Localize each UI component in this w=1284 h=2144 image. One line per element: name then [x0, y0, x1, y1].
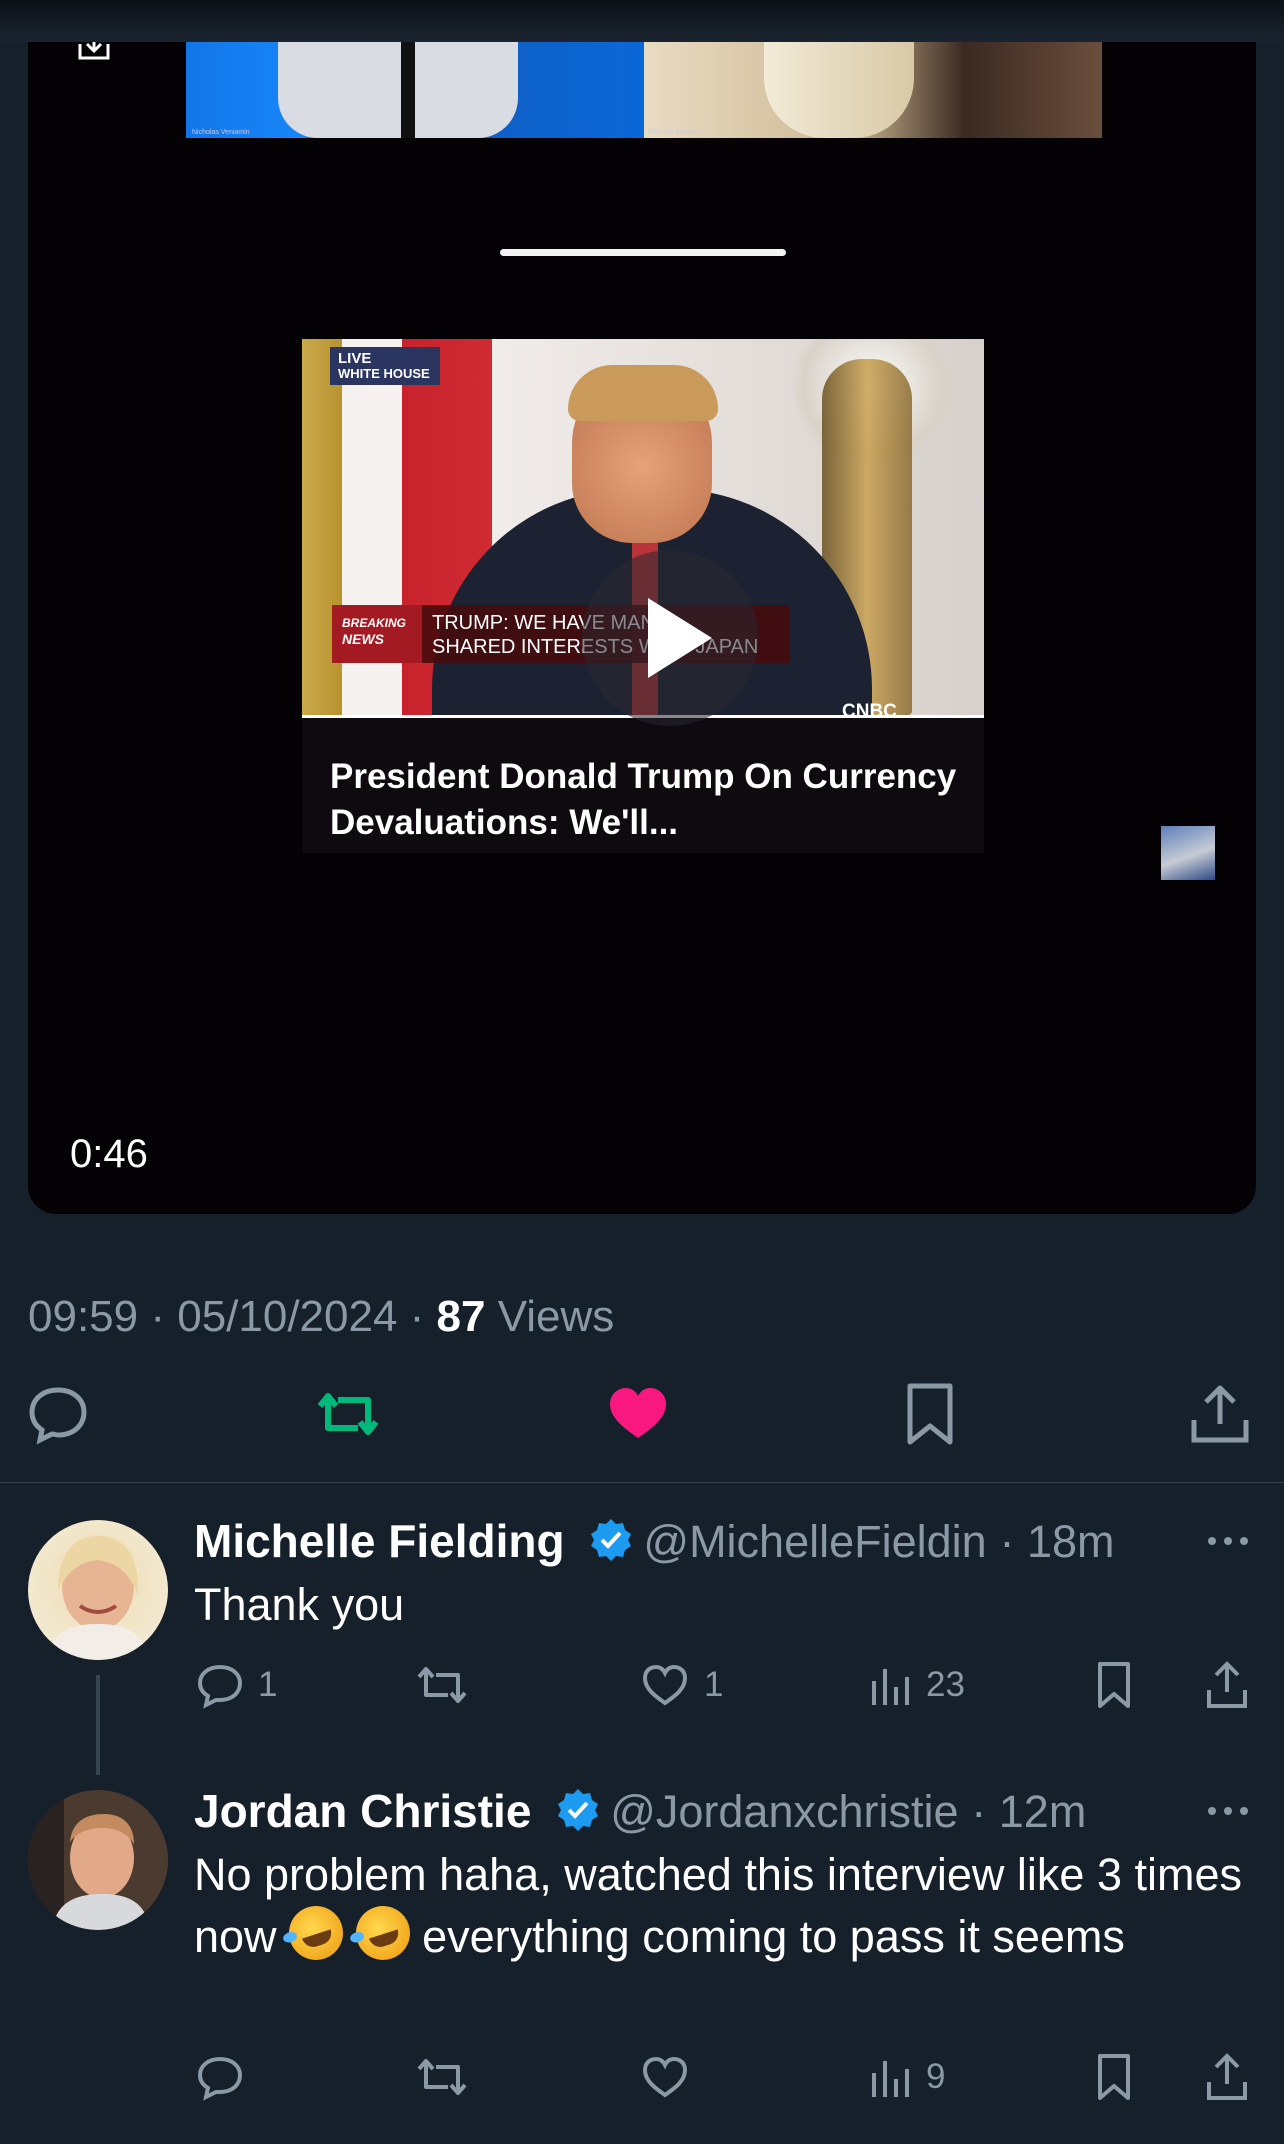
post-action-bar	[0, 1380, 1284, 1460]
author-name[interactable]: Jordan Christie	[194, 1785, 531, 1837]
thumb-caption: Nicholas Veniamin	[192, 129, 250, 136]
author-handle[interactable]: @Jordanxchristie	[610, 1786, 958, 1837]
retweet-icon	[417, 2059, 467, 2095]
share-icon[interactable]	[1186, 1380, 1254, 1448]
avatar[interactable]	[28, 1520, 168, 1660]
author-handle[interactable]: @MichelleFieldin	[643, 1516, 986, 1567]
video-duration: 0:46	[70, 1132, 148, 1176]
thumb-caption: Michelle Fielding	[648, 129, 701, 136]
bookmark-icon[interactable]	[1092, 1660, 1136, 1710]
views-count: 23	[926, 1665, 965, 1704]
reply-time: · 12m	[971, 1786, 1087, 1837]
retweet-icon	[417, 1667, 467, 1703]
post-date: 05/10/2024	[177, 1292, 398, 1341]
network-logo: CNBC	[842, 701, 897, 715]
retweet-button[interactable]	[414, 1660, 484, 1710]
author-name[interactable]: Michelle Fielding	[194, 1515, 565, 1567]
reply-text: No problem haha, watched this interview …	[194, 1844, 1254, 1968]
reply-time: · 18m	[999, 1516, 1115, 1567]
top-strip	[0, 0, 1284, 42]
views-button[interactable]: 9	[868, 2052, 945, 2102]
video-thumbnail-right: Michelle Fielding	[644, 42, 1102, 138]
home-indicator	[500, 249, 786, 256]
post-meta: 09:59 · 05/10/2024 · 87 Views	[28, 1292, 615, 1341]
share-icon[interactable]	[1204, 2052, 1250, 2102]
retweet-icon[interactable]	[314, 1380, 382, 1448]
reply-icon[interactable]	[24, 1380, 92, 1448]
video-player[interactable]: Nicholas Veniamin Michelle Fielding LIVE…	[28, 42, 1256, 1214]
rolling-laughing-emoji-icon	[348, 1898, 417, 1968]
live-badge: LIVE WHITE HOUSE	[330, 347, 440, 385]
verified-badge-icon	[558, 1789, 599, 1831]
reply-icon	[197, 2056, 243, 2101]
avatar[interactable]	[28, 1790, 168, 1930]
rolling-laughing-emoji-icon	[282, 1898, 351, 1968]
reply-text: Thank you	[194, 1579, 405, 1630]
like-icon	[642, 2056, 688, 2098]
reply-author[interactable]: Jordan Christie @Jordanxchristie · 12m	[194, 1784, 1086, 1838]
video-thumbnail-left: Nicholas Veniamin	[186, 42, 644, 138]
more-options-icon[interactable]	[1206, 1534, 1250, 1548]
mini-thumbnail[interactable]	[1161, 826, 1215, 880]
reply-count: 1	[258, 1665, 278, 1704]
like-icon[interactable]	[604, 1380, 672, 1448]
retweet-button[interactable]	[414, 2052, 484, 2102]
views-label: Views	[485, 1292, 615, 1341]
more-options-icon[interactable]	[1206, 1804, 1250, 1818]
reply-author[interactable]: Michelle Fielding @MichelleFieldin · 18m	[194, 1514, 1115, 1568]
analytics-icon	[872, 1669, 909, 1705]
reply-icon	[197, 1664, 243, 1709]
share-icon[interactable]	[1204, 1660, 1250, 1710]
views-count: 87	[436, 1292, 486, 1341]
divider	[0, 1482, 1284, 1483]
play-icon[interactable]	[582, 550, 758, 726]
views-button[interactable]: 23	[868, 1660, 965, 1710]
verified-badge-icon	[591, 1519, 632, 1561]
like-button[interactable]	[640, 2052, 704, 2102]
post-time: 09:59	[28, 1292, 139, 1341]
analytics-icon	[872, 2061, 909, 2097]
like-count: 1	[704, 1665, 724, 1704]
views-count: 9	[926, 2057, 946, 2096]
thread-connector	[96, 1675, 100, 1775]
like-button[interactable]: 1	[640, 1660, 723, 1710]
download-icon[interactable]	[74, 42, 114, 66]
embedded-video-title-bar: President Donald Trump On Currency Deval…	[302, 715, 984, 853]
like-icon	[642, 1664, 688, 1706]
embedded-video-title: President Donald Trump On Currency Deval…	[330, 757, 957, 842]
breaking-news-badge: BREAKING NEWS	[332, 605, 422, 663]
bookmark-icon[interactable]	[896, 1380, 964, 1448]
reply-button[interactable]: 1	[196, 1660, 277, 1710]
reply-button[interactable]	[196, 2052, 258, 2102]
bookmark-icon[interactable]	[1092, 2052, 1136, 2102]
